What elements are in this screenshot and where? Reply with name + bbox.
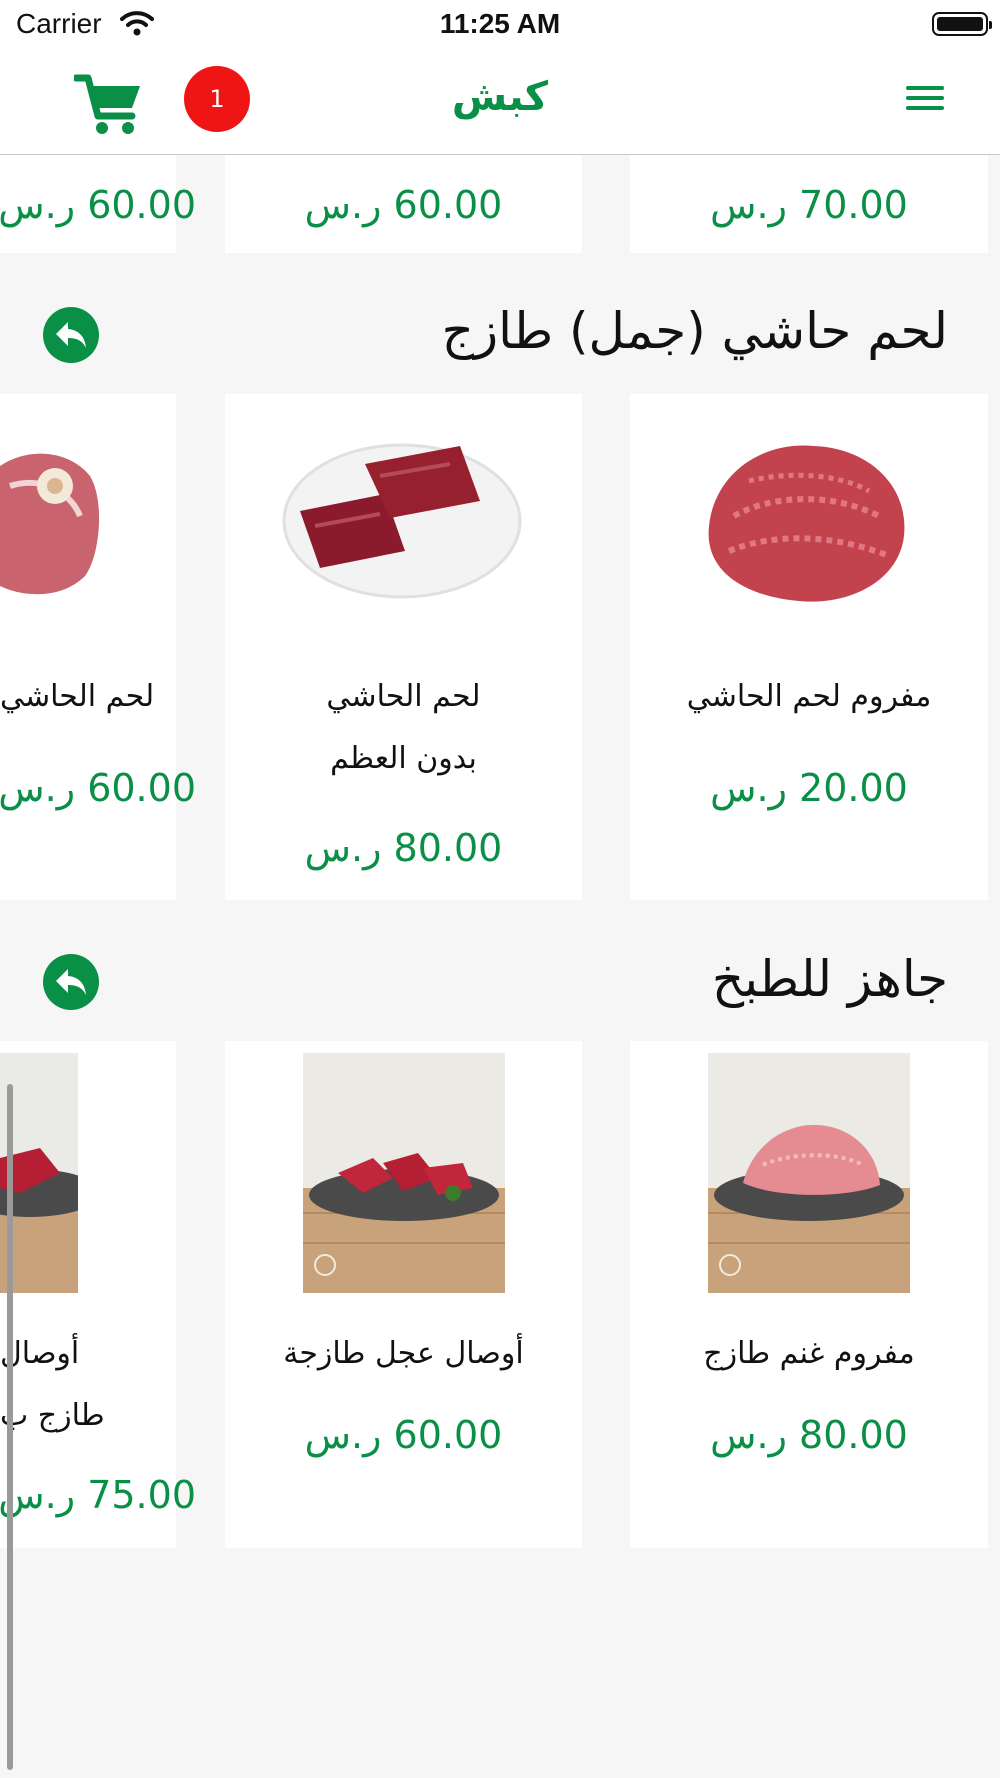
product-name: لحم الحاشي bbox=[0, 679, 155, 714]
section-title: جاهز للطبخ bbox=[711, 950, 948, 1008]
product-image bbox=[708, 1053, 910, 1293]
product-price: 20.00 ر.س bbox=[710, 766, 908, 810]
share-icon bbox=[56, 969, 86, 995]
product-card[interactable]: مفروم غنم طازج 80.00 ر.س bbox=[630, 1041, 988, 1548]
app-title: كبش bbox=[451, 74, 549, 120]
share-button[interactable] bbox=[43, 954, 99, 1010]
status-bar: Carrier 11:25 AM bbox=[0, 0, 1000, 50]
product-card[interactable]: 60.00 ر.س bbox=[225, 155, 582, 253]
product-card[interactable]: أوصال عجل طازجة 60.00 ر.س bbox=[225, 1041, 582, 1548]
product-name: مفروم غنم طازج bbox=[703, 1336, 915, 1371]
product-price: 60.00 ر.س bbox=[304, 1413, 503, 1457]
product-price: 70.00 ر.س bbox=[710, 183, 908, 227]
product-price: 80.00 ر.س bbox=[304, 826, 503, 870]
share-button[interactable] bbox=[43, 307, 99, 363]
product-card[interactable]: مفروم لحم الحاشي 20.00 ر.س bbox=[630, 394, 988, 900]
product-card[interactable]: 60.00 ر.س bbox=[0, 155, 196, 253]
product-price: 60.00 ر.س bbox=[304, 183, 503, 227]
product-name: أوصال عجل طازجة bbox=[283, 1336, 524, 1371]
product-image bbox=[280, 406, 530, 646]
navigation-bar: 1 كبش bbox=[0, 50, 1000, 155]
product-image bbox=[303, 1053, 505, 1293]
share-icon bbox=[56, 322, 86, 348]
product-image bbox=[689, 406, 929, 646]
product-price: 60.00 ر.س bbox=[0, 183, 196, 227]
product-image bbox=[0, 406, 100, 646]
status-time: 11:25 AM bbox=[439, 8, 561, 39]
battery-icon bbox=[932, 12, 992, 36]
scroll-indicator[interactable] bbox=[7, 1084, 13, 1770]
product-card[interactable]: لحم الحاشي بدون العظم 80.00 ر.س bbox=[225, 394, 582, 900]
product-name: مفروم لحم الحاشي bbox=[686, 679, 932, 714]
menu-icon bbox=[906, 86, 944, 90]
section-title: لحم حاشي (جمل) طازج bbox=[441, 302, 948, 360]
product-card[interactable]: أوصال طازج ب 75.00 ر.س bbox=[0, 1041, 196, 1548]
product-price: 60.00 ر.س bbox=[0, 766, 196, 810]
product-card[interactable]: لحم الحاشي 60.00 ر.س bbox=[0, 394, 196, 900]
product-name: أوصال طازج ب bbox=[0, 1336, 105, 1433]
product-price: 75.00 ر.س bbox=[0, 1473, 196, 1517]
product-name: لحم الحاشي بدون العظم bbox=[326, 679, 481, 776]
menu-button[interactable] bbox=[898, 80, 952, 122]
product-card[interactable]: 70.00 ر.س bbox=[630, 155, 988, 253]
product-price: 80.00 ر.س bbox=[710, 1413, 908, 1457]
